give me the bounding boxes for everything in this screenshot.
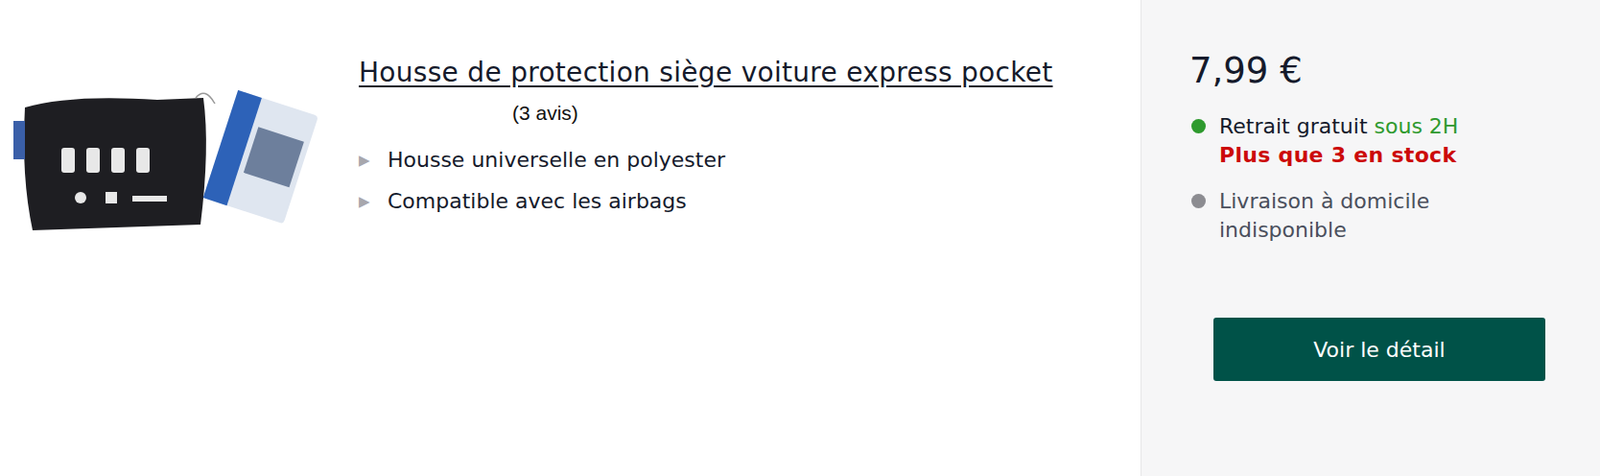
product-info: Housse de protection siège voiture expre… — [358, 55, 1054, 213]
feature-list: ▶ Housse universelle en polyester ▶ Compati… — [358, 147, 1054, 213]
status-dot-icon — [1191, 193, 1206, 209]
product-row: Housse de protection siège voiture expre… — [0, 0, 1600, 476]
product-image-box[interactable] — [13, 90, 330, 263]
stock-note: Plus que 3 en stock — [1219, 141, 1536, 170]
product-title[interactable]: Housse de protection siège voiture expre… — [358, 55, 1054, 91]
availability-text: Livraison à domicile indisponible — [1219, 187, 1536, 245]
feature-text: Housse universelle en polyester — [387, 147, 726, 172]
detail-button[interactable]: Voir le détail — [1213, 317, 1546, 381]
feature-item: ▶ Housse universelle en polyester — [358, 147, 1054, 172]
product-main: Housse de protection siège voiture expre… — [0, 0, 1141, 476]
product-image — [13, 90, 330, 263]
status-dot-icon — [1191, 118, 1206, 134]
review-count[interactable]: (3 avis) — [512, 101, 1054, 125]
availability-text: Retrait gratuit sous 2HPlus que 3 en sto… — [1219, 112, 1536, 170]
price: 7,99 € — [1189, 49, 1600, 92]
feature-item: ▶ Compatible avec les airbags — [358, 188, 1054, 213]
feature-text: Compatible avec les airbags — [387, 188, 687, 213]
triangle-icon: ▶ — [358, 151, 375, 169]
availability-list: Retrait gratuit sous 2HPlus que 3 en sto… — [1189, 112, 1600, 245]
availability-item: Livraison à domicile indisponible — [1189, 187, 1600, 245]
availability-highlight: sous 2H — [1374, 114, 1459, 139]
availability-item: Retrait gratuit sous 2HPlus que 3 en sto… — [1189, 112, 1600, 170]
offer-panel: 7,99 € Retrait gratuit sous 2HPlus que 3 … — [1140, 0, 1600, 476]
triangle-icon: ▶ — [358, 192, 375, 211]
